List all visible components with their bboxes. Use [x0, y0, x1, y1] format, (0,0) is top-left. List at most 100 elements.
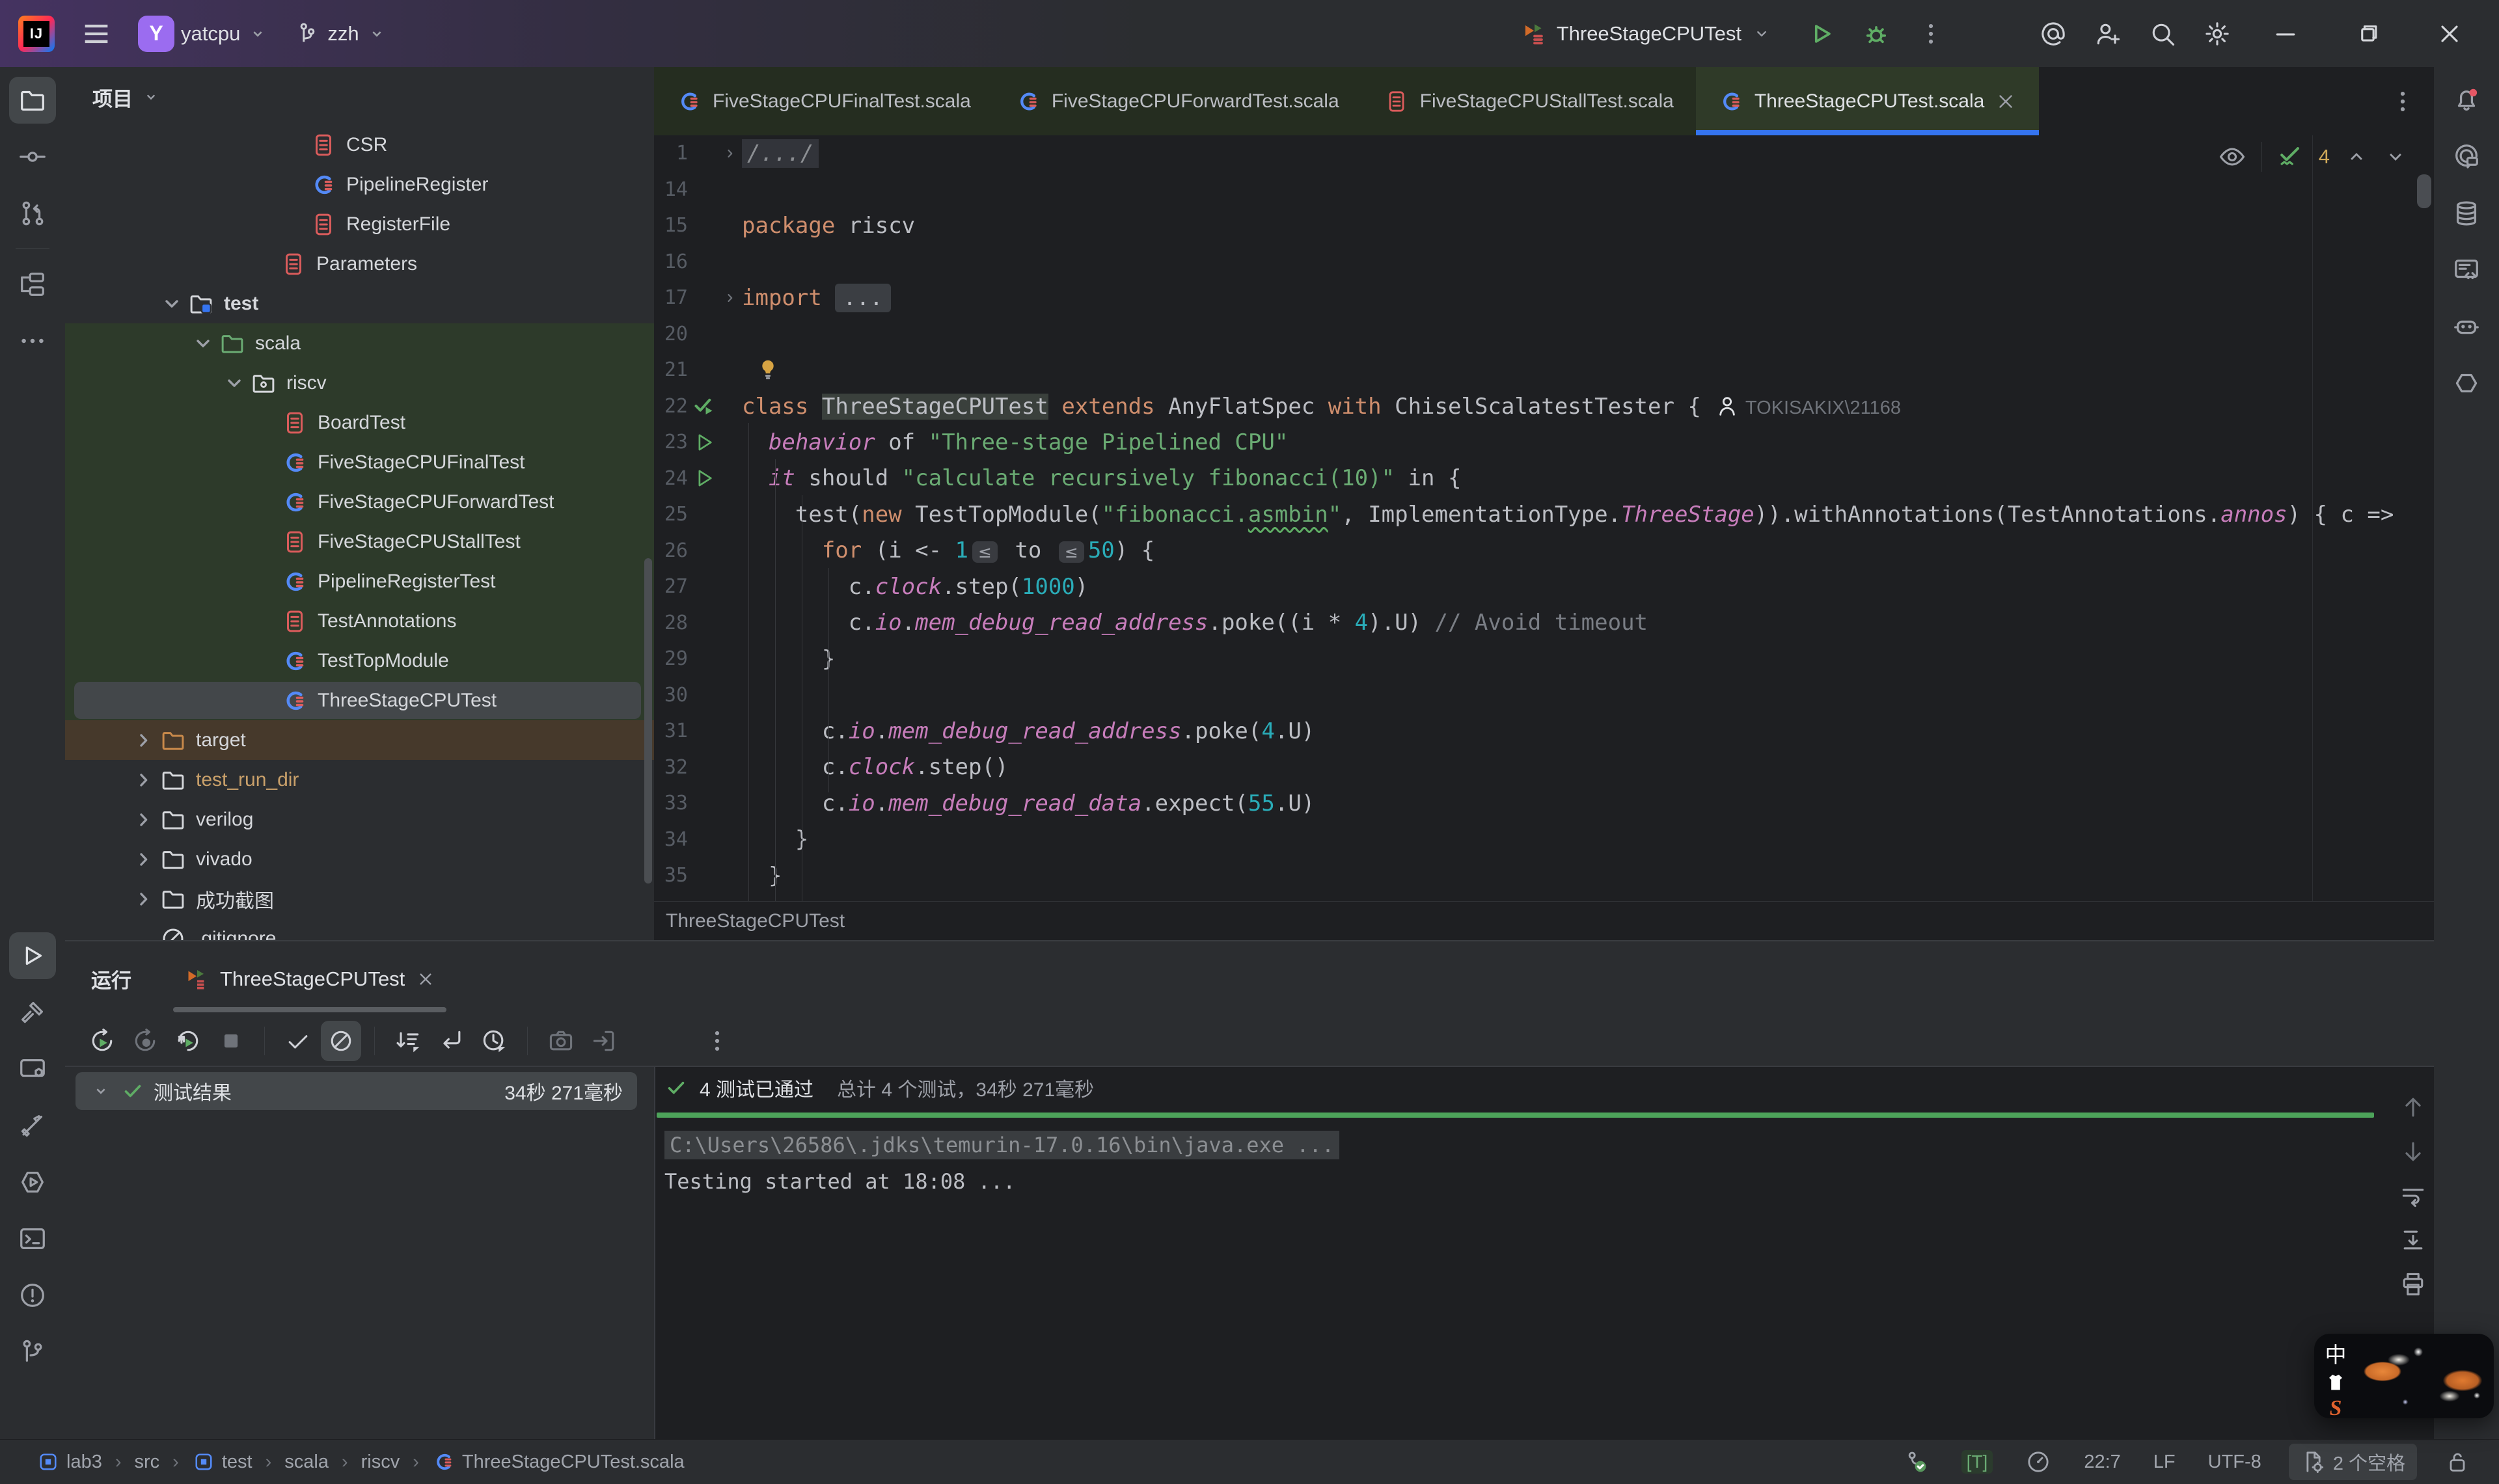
- tool-notifications-button[interactable]: [2443, 77, 2490, 124]
- screenshot-button[interactable]: [541, 1021, 581, 1061]
- status-crumb-scala[interactable]: scala: [284, 1451, 329, 1473]
- code-line-33[interactable]: 33 c.io.mem_debug_read_data.expect(55.U): [654, 785, 2434, 822]
- rerun-failed-button[interactable]: [125, 1021, 165, 1061]
- tree-item-fivestagecpufinaltest[interactable]: FiveStageCPUFinalTest: [65, 442, 654, 482]
- status-crumb-lab3[interactable]: lab3: [36, 1450, 102, 1474]
- tool-problems-button[interactable]: [9, 1272, 56, 1319]
- tool-run-anything-button[interactable]: [9, 1159, 56, 1206]
- editor-breadcrumbs[interactable]: ThreeStageCPUTest: [654, 901, 2434, 940]
- scroll-end-icon[interactable]: [2399, 1226, 2427, 1254]
- code-line-26[interactable]: 26 for (i <- 1≤ to ≤50) {: [654, 533, 2434, 569]
- tool-tools-button[interactable]: [9, 1102, 56, 1149]
- tree-item-target[interactable]: target: [65, 720, 654, 760]
- tool-version-control-button[interactable]: [9, 1329, 56, 1375]
- tree-item-testannotations[interactable]: TestAnnotations: [65, 601, 654, 641]
- tree-item-verilog[interactable]: verilog: [65, 800, 654, 839]
- code-with-me-button[interactable]: [2085, 11, 2131, 57]
- inspection-widget[interactable]: 4: [2218, 142, 2408, 172]
- tree-item-riscv[interactable]: riscv: [65, 363, 654, 403]
- tool-project-folder-button[interactable]: [9, 77, 56, 124]
- project-scrollbar[interactable]: [644, 558, 652, 884]
- code-line-20[interactable]: 20: [654, 316, 2434, 353]
- tree-item-scala[interactable]: scala: [65, 323, 654, 363]
- status-git-status[interactable]: [1898, 1444, 1934, 1480]
- stop-button[interactable]: [211, 1021, 251, 1061]
- tree-item-test[interactable]: test: [65, 284, 654, 323]
- branch-switcher[interactable]: zzh: [294, 20, 387, 47]
- editor-tab-threestagecputest-scala[interactable]: ThreeStageCPUTest.scala: [1696, 67, 2040, 135]
- editor-tab-fivestagecpufinaltest-scala[interactable]: FiveStageCPUFinalTest.scala: [654, 67, 993, 135]
- editor-tab-fivestagecpuforwardtest-scala[interactable]: FiveStageCPUForwardTest.scala: [993, 67, 1361, 135]
- inspections-passed-icon[interactable]: [2276, 142, 2304, 171]
- tool-services-button[interactable]: [9, 1046, 56, 1092]
- code-line-21[interactable]: 21: [654, 352, 2434, 388]
- tool-more-button[interactable]: [9, 317, 56, 364]
- search-everywhere-button[interactable]: [2140, 11, 2185, 57]
- status-write-access[interactable]: [2439, 1444, 2476, 1480]
- run-configuration[interactable]: ThreeStageCPUTest: [1520, 20, 1773, 47]
- code-line-29[interactable]: 29 }: [654, 641, 2434, 677]
- tree-item-parameters[interactable]: Parameters: [65, 244, 654, 284]
- arrow-down-icon[interactable]: [2399, 1137, 2427, 1166]
- status-crumb-test[interactable]: test: [192, 1450, 253, 1474]
- status-line-separator[interactable]: LF: [2148, 1444, 2181, 1480]
- printer-icon[interactable]: [2399, 1270, 2427, 1299]
- tree-item-成功截图[interactable]: 成功截图: [65, 879, 654, 919]
- tree-item-testtopmodule[interactable]: TestTopModule: [65, 641, 654, 681]
- tree-item-registerfile[interactable]: RegisterFile: [65, 204, 654, 244]
- code-line-36[interactable]: 36 it should "quicksort 10 numbers" in {: [654, 894, 2434, 902]
- code-line-27[interactable]: 27 c.clock.step(1000): [654, 569, 2434, 605]
- window-minimize-button[interactable]: [2249, 7, 2322, 61]
- more-actions-kebab[interactable]: [1908, 11, 1954, 57]
- tree-item-pipelineregistertest[interactable]: PipelineRegisterTest: [65, 561, 654, 601]
- status-caret-position[interactable]: 22:7: [2079, 1444, 2125, 1480]
- editor-scrollbar[interactable]: [2417, 174, 2431, 208]
- code-line-1[interactable]: 1/.../: [654, 135, 2434, 172]
- tool-terminal-button[interactable]: [9, 1215, 56, 1262]
- tree-item-csr[interactable]: CSR: [65, 127, 654, 165]
- rerun-button[interactable]: [82, 1021, 122, 1061]
- tool-run-button[interactable]: [9, 932, 56, 979]
- status-crumb-riscv[interactable]: riscv: [361, 1451, 400, 1473]
- tree-item-pipelineregister[interactable]: PipelineRegister: [65, 165, 654, 204]
- status-crumb-src[interactable]: src: [135, 1451, 160, 1473]
- code-line-32[interactable]: 32 c.clock.step(): [654, 749, 2434, 786]
- code-line-22[interactable]: 22class ThreeStageCPUTest extends AnyFla…: [654, 388, 2434, 425]
- tool-plugin-hexagon-button[interactable]: [2443, 360, 2490, 407]
- sort-duration-button[interactable]: [388, 1021, 428, 1061]
- input-method-overlay[interactable]: 中 S: [2314, 1334, 2494, 1418]
- run-more-kebab-button[interactable]: [697, 1021, 737, 1061]
- tool-documentation-button[interactable]: [2443, 247, 2490, 293]
- code-line-30[interactable]: 30: [654, 677, 2434, 714]
- ime-brand-logo[interactable]: S: [2330, 1396, 2342, 1418]
- show-ignored-button[interactable]: [321, 1021, 361, 1061]
- tree-item-test-run-dir[interactable]: test_run_dir: [65, 760, 654, 800]
- code-line-15[interactable]: 15package riscv: [654, 208, 2434, 244]
- chevron-right-icon[interactable]: [128, 845, 159, 874]
- status-crumb-threestagecputest-scala[interactable]: ThreeStageCPUTest.scala: [432, 1450, 685, 1474]
- test-results-row[interactable]: 测试结果 34秒 271毫秒: [75, 1072, 637, 1110]
- debug-button[interactable]: [1853, 11, 1899, 57]
- status-performance-gauge[interactable]: [2020, 1444, 2056, 1480]
- chevron-down-icon[interactable]: [219, 369, 250, 398]
- chevron-up-icon[interactable]: [2344, 144, 2369, 169]
- chevron-down-icon[interactable]: [187, 329, 219, 358]
- tree-item-gitignore[interactable]: .gitignore: [65, 919, 654, 940]
- tab-options-kebab-icon[interactable]: [2388, 87, 2417, 116]
- code-line-14[interactable]: 14: [654, 172, 2434, 208]
- chevron-right-icon[interactable]: [128, 766, 159, 794]
- tool-build-button[interactable]: [9, 989, 56, 1036]
- code-line-31[interactable]: 31 c.io.mem_debug_read_address.poke(4.U): [654, 713, 2434, 749]
- tool-structure-button[interactable]: [9, 261, 56, 308]
- code-line-16[interactable]: 16: [654, 244, 2434, 280]
- window-close-button[interactable]: [2413, 7, 2486, 61]
- breadcrumb[interactable]: ThreeStageCPUTest: [666, 910, 845, 932]
- console-output[interactable]: C:\Users\26586\.jdks\temurin-17.0.16\bin…: [664, 1127, 2369, 1200]
- arrow-up-icon[interactable]: [2399, 1093, 2427, 1122]
- tree-item-fivestagecpuforwardtest[interactable]: FiveStageCPUForwardTest: [65, 482, 654, 522]
- skin-tshirt-icon[interactable]: [2325, 1371, 2347, 1394]
- ai-assistant-button[interactable]: [2030, 11, 2076, 57]
- soft-wrap-icon[interactable]: [2399, 1181, 2427, 1210]
- code-line-34[interactable]: 34 }: [654, 822, 2434, 858]
- editor-tab-fivestagecpustalltest-scala[interactable]: FiveStageCPUStallTest.scala: [1361, 67, 1696, 135]
